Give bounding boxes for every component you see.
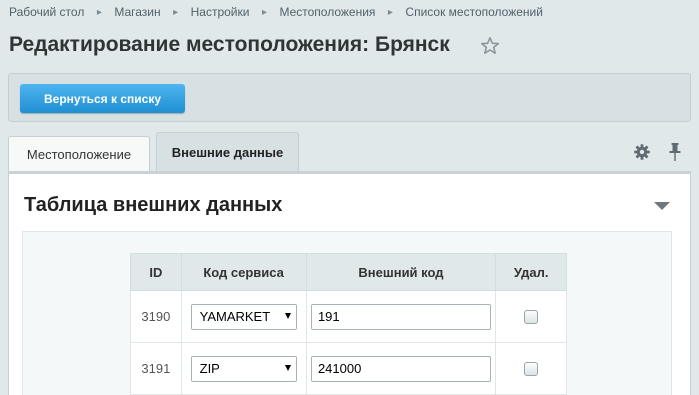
delete-checkbox[interactable] xyxy=(524,362,539,377)
service-select[interactable]: ZIP xyxy=(190,355,297,382)
external-code-cell: 241000 xyxy=(305,342,497,395)
service-select-value: YAMARKET xyxy=(199,308,271,324)
external-data-table: ID Код сервиса Внешний код Удал. 3190 YA… xyxy=(130,253,567,395)
delete-cell xyxy=(495,290,567,343)
service-select[interactable]: YAMARKET xyxy=(190,303,297,330)
table-row: 3190 YAMARKET 191 xyxy=(130,290,567,343)
service-select-value: ZIP xyxy=(199,360,220,376)
column-header-service-code: Код сервиса xyxy=(180,253,307,291)
back-to-list-button[interactable]: Вернуться к списку xyxy=(20,84,185,113)
page-title: Редактирование местоположения: Брянск xyxy=(9,33,450,56)
delete-checkbox[interactable] xyxy=(524,310,539,325)
external-code-input[interactable]: 191 xyxy=(310,303,491,330)
tab-location[interactable]: Местоположение xyxy=(8,136,150,171)
breadcrumb-item-shop[interactable]: Магазин xyxy=(114,5,160,19)
service-cell: ZIP xyxy=(180,342,307,395)
breadcrumb-item-locations[interactable]: Местоположения xyxy=(279,5,375,19)
triangle-down-icon[interactable] xyxy=(653,201,671,211)
table-row: 3191 ZIP 241000 xyxy=(130,342,567,395)
tab-external-data[interactable]: Внешние данные xyxy=(156,132,299,171)
tab-external-data-label: Внешние данные xyxy=(171,144,284,160)
column-header-external-code: Внешний код xyxy=(305,253,497,291)
row-id: 3190 xyxy=(130,290,182,343)
star-outline-icon[interactable] xyxy=(480,36,500,56)
tab-location-label: Местоположение xyxy=(26,146,132,162)
external-code-input[interactable]: 241000 xyxy=(310,355,491,382)
chevron-right-icon: ▸ xyxy=(96,6,102,18)
dropdown-arrow-icon xyxy=(284,312,291,319)
column-header-id: ID xyxy=(130,253,182,291)
gear-icon[interactable] xyxy=(633,143,651,161)
toolbar: Вернуться к списку xyxy=(8,73,691,122)
breadcrumb-item-settings[interactable]: Настройки xyxy=(191,5,250,19)
column-header-delete: Удал. xyxy=(495,253,567,291)
external-data-panel: Таблица внешних данных ID Код сервиса Вн… xyxy=(8,171,691,395)
section-title: Таблица внешних данных xyxy=(24,194,283,216)
row-id: 3191 xyxy=(130,342,182,395)
chevron-right-icon: ▸ xyxy=(261,6,267,18)
breadcrumb: Рабочий стол ▸ Магазин ▸ Настройки ▸ Мес… xyxy=(9,4,543,20)
dropdown-arrow-icon xyxy=(284,364,291,371)
service-cell: YAMARKET xyxy=(180,290,307,343)
breadcrumb-item-location-list[interactable]: Список местоположений xyxy=(405,5,543,19)
pin-icon[interactable] xyxy=(666,142,684,162)
chevron-right-icon: ▸ xyxy=(173,6,179,18)
breadcrumb-item-desktop[interactable]: Рабочий стол xyxy=(9,5,84,19)
delete-cell xyxy=(495,342,567,395)
table-container: ID Код сервиса Внешний код Удал. 3190 YA… xyxy=(22,231,672,395)
external-code-cell: 191 xyxy=(305,290,497,343)
table-header-row: ID Код сервиса Внешний код Удал. xyxy=(130,253,567,291)
back-to-list-label: Вернуться к списку xyxy=(44,91,161,106)
chevron-right-icon: ▸ xyxy=(387,6,393,18)
